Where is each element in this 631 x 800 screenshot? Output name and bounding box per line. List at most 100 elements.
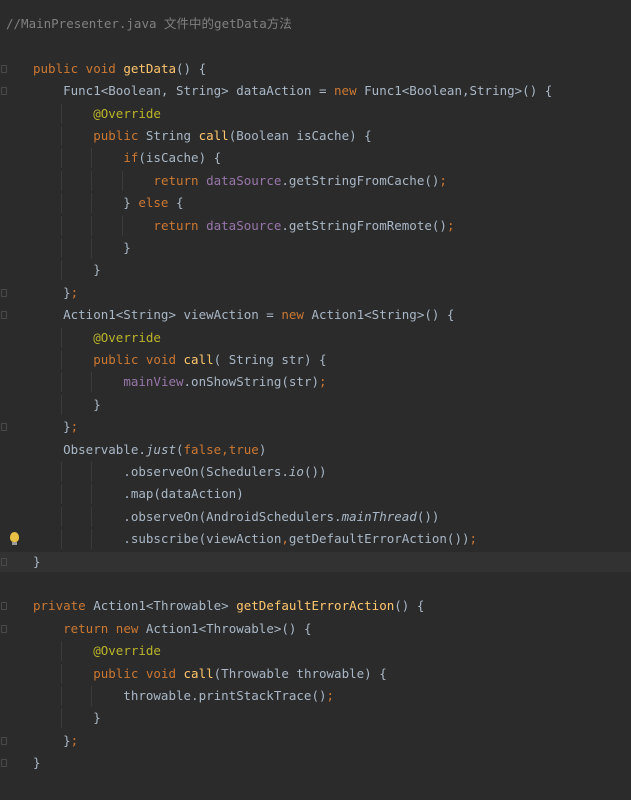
code-line[interactable]: }; (0, 283, 631, 303)
code-line[interactable]: Observable.just(false,true) (0, 440, 631, 460)
code-token: false (183, 441, 222, 457)
code-token: call (183, 352, 214, 367)
code-line[interactable]: return new Action1<Throwable>() { (0, 619, 631, 639)
fold-marker-icon[interactable] (1, 557, 7, 566)
code-text: return new Action1<Throwable>() { (33, 619, 311, 639)
code-token: ; (70, 732, 79, 748)
lightbulb-icon[interactable] (10, 532, 19, 546)
code-token: .getStringFromCache() (281, 172, 440, 188)
code-text: .subscribe(viewAction,getDefaultErrorAct… (33, 529, 477, 549)
code-text: } (33, 753, 41, 773)
code-line[interactable]: .observeOn(AndroidSchedulers.mainThread(… (0, 506, 631, 527)
code-text: public String call(Boolean isCache) { (33, 126, 371, 146)
code-line[interactable]: } (0, 238, 631, 258)
code-token: } (33, 710, 101, 726)
code-line[interactable]: } (0, 394, 631, 415)
fold-marker-icon[interactable] (1, 311, 7, 320)
fold-marker-icon[interactable] (1, 288, 7, 297)
code-line[interactable]: public void call( String str) { (0, 350, 631, 370)
code-token: public void (33, 60, 124, 76)
code-token: ()) (416, 508, 440, 524)
code-token: Action1<Throwable>() { (145, 620, 312, 636)
code-line[interactable]: } (0, 708, 631, 729)
code-line[interactable]: public String call(Boolean isCache) { (0, 126, 631, 146)
code-token: return (153, 217, 207, 233)
code-line[interactable]: public void call(Throwable throwable) { (0, 663, 631, 684)
code-line[interactable]: } (0, 753, 631, 773)
code-token: @Override (93, 643, 161, 659)
fold-marker-icon[interactable] (1, 759, 7, 768)
code-line[interactable]: .observeOn(Schedulers.io()) (0, 462, 631, 482)
code-line[interactable]: mainView.onShowString(str); (0, 372, 631, 393)
code-editor[interactable]: //MainPresenter.java 文件中的getData方法 public… (0, 0, 631, 800)
code-token: ( String str) { (213, 352, 327, 367)
code-line[interactable]: @Override (0, 327, 631, 348)
code-token: (isCache) { (138, 150, 222, 166)
code-token: ; (439, 172, 447, 188)
code-line[interactable]: Action1<String> viewAction = new Action1… (0, 305, 631, 325)
code-token: io (288, 464, 304, 479)
code-token: { (176, 195, 184, 211)
code-line[interactable]: .map(dataAction) (0, 484, 631, 505)
code-token: () { (176, 60, 207, 76)
code-token: } (33, 284, 71, 300)
code-token: public void (93, 665, 184, 681)
code-text: } (33, 395, 101, 415)
code-token: ; (319, 374, 327, 390)
code-text: }; (33, 283, 78, 303)
fold-marker-icon[interactable] (1, 87, 7, 96)
fold-marker-icon[interactable] (1, 64, 7, 73)
fold-marker-icon[interactable] (1, 423, 7, 432)
code-token: call (183, 665, 214, 681)
code-line[interactable]: }; (0, 417, 631, 437)
code-token: String (145, 128, 199, 143)
code-line[interactable]: Func1<Boolean, String> dataAction = new … (0, 81, 631, 101)
code-line[interactable]: .subscribe(viewAction,getDefaultErrorAct… (0, 529, 631, 550)
code-text: public void call(Throwable throwable) { (33, 664, 387, 684)
code-line[interactable]: if(isCache) { (0, 148, 631, 169)
code-token: .observeOn(Schedulers. (33, 464, 289, 479)
code-token: } (33, 755, 41, 771)
code-token: @Override (93, 329, 161, 345)
code-line[interactable]: public void getData() { (0, 59, 631, 79)
code-text: throwable.printStackTrace(); (33, 686, 334, 706)
code-line[interactable] (0, 36, 631, 56)
code-line[interactable]: } else { (0, 193, 631, 214)
code-text: Observable.just(false,true) (33, 440, 266, 460)
code-line[interactable]: @Override (0, 103, 631, 124)
code-token: throwable.printStackTrace() (33, 688, 327, 703)
code-text: } (33, 708, 101, 728)
code-text: //MainPresenter.java 文件中的getData方法 (6, 14, 292, 34)
fold-marker-icon[interactable] (1, 602, 7, 611)
fold-marker-icon[interactable] (1, 736, 7, 745)
code-line[interactable]: throwable.printStackTrace(); (0, 686, 631, 706)
code-token: Action1<String>() { (311, 307, 455, 323)
code-token: getDefaultErrorAction (236, 598, 395, 614)
code-text: mainView.onShowString(str); (33, 372, 327, 392)
code-token: Action1<String> viewAction = (33, 307, 282, 323)
code-token: private (33, 598, 94, 614)
fold-marker-icon[interactable] (1, 624, 7, 633)
code-line[interactable]: } (0, 260, 631, 281)
code-line[interactable]: return dataSource.getStringFromRemote(); (0, 215, 631, 236)
code-line[interactable]: } (0, 551, 631, 572)
code-token: , (281, 531, 289, 547)
code-text: public void call( String str) { (33, 350, 327, 370)
code-token: public void (93, 352, 184, 367)
code-line[interactable] (0, 574, 631, 594)
code-token: if (123, 150, 139, 166)
code-text: .map(dataAction) (33, 484, 243, 504)
code-line[interactable]: private Action1<Throwable> getDefaultErr… (0, 596, 631, 616)
code-token: } (33, 419, 71, 435)
code-line[interactable]: //MainPresenter.java 文件中的getData方法 (0, 14, 631, 34)
code-token: new (334, 83, 365, 99)
code-line[interactable]: }; (0, 731, 631, 751)
code-line[interactable]: @Override (0, 641, 631, 662)
code-text: } (33, 260, 101, 280)
code-line[interactable]: return dataSource.getStringFromCache(); (0, 170, 631, 191)
